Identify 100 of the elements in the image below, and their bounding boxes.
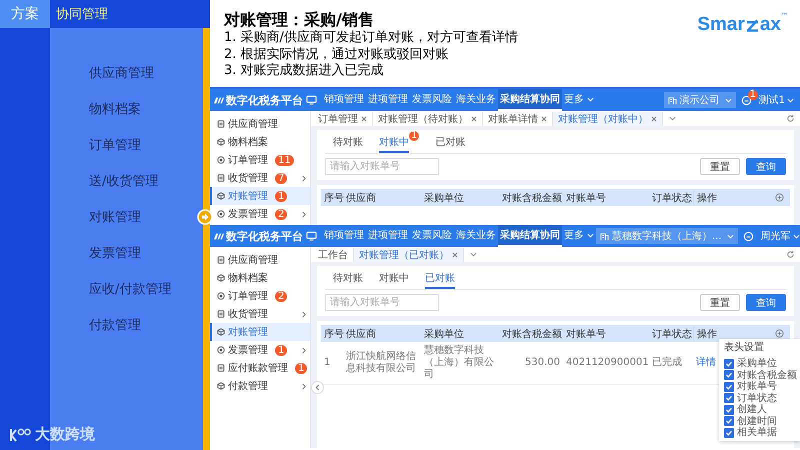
sidebar-item[interactable]: 应付账款管理 1 <box>210 359 310 377</box>
reset-button[interactable]: 重置 <box>700 158 740 175</box>
sidebar-item[interactable]: 收货管理 <box>210 305 310 323</box>
cube-icon <box>217 328 225 336</box>
sidebar-item[interactable]: 发票管理 2 <box>210 205 310 223</box>
checkbox[interactable] <box>724 416 734 426</box>
close-icon[interactable] <box>651 116 657 122</box>
sidebar-item[interactable]: 付款管理 <box>210 377 310 395</box>
status-tab[interactable]: 待对账 <box>333 268 363 289</box>
table-cell-text: 浙江快航网络信息科技有限公司 <box>345 351 417 375</box>
sidebar-item[interactable]: 供应商管理 <box>210 115 310 133</box>
page-tab[interactable]: 订单管理 <box>313 112 373 126</box>
app-title: 数字化税务平台 <box>226 228 303 244</box>
nav-item[interactable]: 海关业务 <box>454 89 498 111</box>
checkbox[interactable] <box>724 382 734 392</box>
table-cell-text: 4021120900001 <box>565 357 649 369</box>
detail-link[interactable]: 详情 <box>696 357 716 368</box>
checkbox[interactable] <box>724 393 734 404</box>
sidebar-item[interactable]: 订单管理 11 <box>210 151 310 169</box>
checkbox[interactable] <box>724 358 734 369</box>
search-button[interactable]: 查询 <box>746 294 786 311</box>
column-header: 订单状态 <box>651 328 693 340</box>
status-tab[interactable]: 已对账 <box>425 268 455 289</box>
target-icon <box>217 292 225 300</box>
status-tab[interactable]: 对账中 <box>379 268 409 289</box>
caret-icon[interactable] <box>669 116 676 121</box>
document-icon <box>217 256 225 264</box>
column-header: 序号 <box>323 328 343 340</box>
column-header: 供应商 <box>345 328 377 340</box>
sidebar-item[interactable]: 物料档案 <box>210 133 310 151</box>
checkbox[interactable] <box>724 428 734 438</box>
column-header: 对账单号 <box>565 328 607 340</box>
menu-item[interactable]: 发票管理 <box>89 244 141 262</box>
menu-item[interactable]: 订单管理 <box>89 136 141 154</box>
search-field[interactable]: 请输入对账单号 <box>325 158 439 175</box>
monitor-icon[interactable] <box>306 231 317 241</box>
logo-icon <box>214 96 224 104</box>
status-tab[interactable]: 已对账 <box>435 132 466 153</box>
caret-icon <box>787 98 794 102</box>
close-icon[interactable] <box>471 116 477 122</box>
search-field[interactable]: 请输入对账单号 <box>325 294 439 311</box>
sidebar-item[interactable]: 发票管理 1 <box>210 341 310 359</box>
target-icon <box>217 210 225 218</box>
add-icon[interactable] <box>775 329 784 338</box>
close-icon[interactable] <box>361 116 367 122</box>
status-tab[interactable]: 待对账 <box>333 132 363 153</box>
building-icon <box>600 232 609 240</box>
column-header: 序号 <box>323 192 343 204</box>
nav-item[interactable]: 进项管理 <box>366 225 410 247</box>
reset-button[interactable]: 重置 <box>700 294 740 311</box>
section-tab[interactable]: 方案 <box>0 0 50 28</box>
menu-item[interactable]: 付款管理 <box>89 316 141 334</box>
user-menu[interactable]: 周光军 <box>758 229 800 243</box>
sidebar-item[interactable]: 对账管理 1 <box>210 187 310 205</box>
menu-item[interactable]: 送/收货管理 <box>89 172 158 190</box>
caret-icon <box>724 98 732 102</box>
nav-item[interactable]: 进项管理 <box>366 89 410 111</box>
refresh-icon[interactable] <box>786 114 795 123</box>
company-selector[interactable]: 慧穗数字科技（上海）... <box>596 228 738 244</box>
nav-item[interactable]: 销项管理 <box>322 89 366 111</box>
document-icon <box>217 310 225 318</box>
nav-item[interactable]: 更多 <box>562 225 596 247</box>
slash-mark-icon <box>746 17 759 33</box>
column-header: 对账含税金额 <box>501 192 563 204</box>
caret-icon[interactable] <box>470 252 477 257</box>
checkbox[interactable] <box>724 370 734 380</box>
sidebar-item[interactable]: 供应商管理 <box>210 251 310 269</box>
sidebar-item[interactable]: 订单管理 2 <box>210 287 310 305</box>
page-tab[interactable]: 对账管理（待对账） <box>373 112 483 126</box>
sidebar-item[interactable]: 收货管理 7 <box>210 169 310 187</box>
nav-item[interactable]: 更多 <box>562 89 596 111</box>
section-title: 协同管理 <box>56 6 108 23</box>
menu-item[interactable]: 应收/付款管理 <box>89 280 172 298</box>
checkbox[interactable] <box>724 404 734 415</box>
menu-item[interactable]: 对账管理 <box>89 208 141 226</box>
close-icon[interactable] <box>452 252 458 258</box>
page-tab[interactable]: 对账管理（对账中） <box>553 112 663 126</box>
nav-item[interactable]: 采购结算协同 <box>498 89 562 111</box>
sidebar-item[interactable]: 物料档案 <box>210 269 310 287</box>
monitor-icon[interactable] <box>306 95 317 105</box>
menu-item[interactable]: 物料档案 <box>89 100 141 118</box>
search-button[interactable]: 查询 <box>746 158 786 175</box>
document-icon <box>217 174 225 182</box>
nav-item[interactable]: 海关业务 <box>454 225 498 247</box>
menu-item[interactable]: 供应商管理 <box>89 64 154 82</box>
page-tab[interactable]: 对账管理（已对账） <box>354 248 464 262</box>
cube-icon <box>217 138 225 146</box>
nav-item[interactable]: 销项管理 <box>322 225 366 247</box>
nav-item[interactable]: 采购结算协同 <box>498 225 562 247</box>
user-menu[interactable]: 测试1 <box>756 93 796 107</box>
nav-item[interactable]: 发票风险 <box>410 89 454 111</box>
nav-item[interactable]: 发票风险 <box>410 225 454 247</box>
company-selector[interactable]: 演示公司 <box>664 92 736 108</box>
close-icon[interactable] <box>541 116 547 122</box>
count-badge: 2 <box>275 208 288 220</box>
add-icon[interactable] <box>775 193 784 202</box>
sidebar-item[interactable]: 对账管理 <box>210 323 310 341</box>
bullet-point: 2. 根据实际情况，通过对账或驳回对账 <box>224 46 450 63</box>
count-badge: 1 <box>275 190 288 202</box>
refresh-icon[interactable] <box>786 250 795 259</box>
